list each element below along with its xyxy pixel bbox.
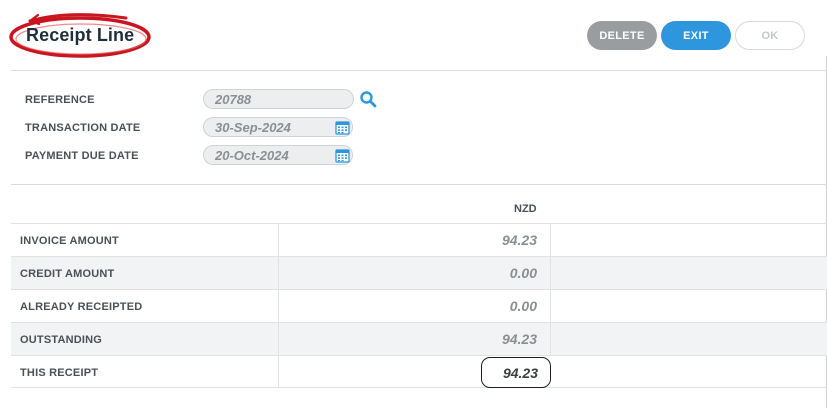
transaction-date-field[interactable]: [203, 117, 353, 137]
this-receipt-input[interactable]: [481, 357, 551, 388]
currency-column-header: NZD: [514, 203, 537, 215]
table-row-already-receipted: ALREADY RECEIPTED 0.00: [11, 289, 827, 322]
column-divider: [278, 224, 279, 256]
transaction-date-label: TRANSACTION DATE: [25, 122, 141, 134]
table-row-outstanding: OUTSTANDING 94.23: [11, 322, 827, 355]
column-divider: [550, 323, 551, 355]
table-row-this-receipt: THIS RECEIPT: [11, 355, 827, 388]
form-divider: [11, 184, 827, 185]
payment-due-date-label: PAYMENT DUE DATE: [25, 150, 139, 162]
row-label: THIS RECEIPT: [20, 367, 99, 379]
calendar-icon[interactable]: [335, 120, 350, 135]
column-divider: [550, 224, 551, 256]
already-receipted-value: 0.00: [509, 298, 537, 314]
calendar-icon[interactable]: [335, 148, 350, 163]
table-row-invoice-amount: INVOICE AMOUNT 94.23: [11, 223, 827, 256]
ok-button[interactable]: OK: [735, 21, 805, 50]
column-divider: [278, 356, 279, 387]
column-divider: [550, 257, 551, 289]
amounts-table: INVOICE AMOUNT 94.23 CREDIT AMOUNT 0.00 …: [11, 223, 827, 388]
column-divider: [278, 323, 279, 355]
page-title: Receipt Line: [26, 25, 135, 45]
exit-button[interactable]: EXIT: [661, 21, 731, 50]
row-label: INVOICE AMOUNT: [20, 235, 119, 247]
row-label: ALREADY RECEIPTED: [20, 301, 143, 313]
row-label: OUTSTANDING: [20, 334, 103, 346]
column-divider: [278, 290, 279, 322]
outstanding-value: 94.23: [501, 331, 537, 347]
header-divider: [11, 70, 827, 71]
column-divider: [550, 290, 551, 322]
payment-due-date-field[interactable]: [203, 145, 353, 165]
column-divider: [278, 257, 279, 289]
invoice-amount-value: 94.23: [501, 232, 537, 248]
search-icon[interactable]: [359, 90, 377, 108]
credit-amount-value: 0.00: [509, 265, 537, 281]
reference-label: REFERENCE: [25, 94, 95, 106]
row-label: CREDIT AMOUNT: [20, 268, 115, 280]
table-row-credit-amount: CREDIT AMOUNT 0.00: [11, 256, 827, 289]
title-logo-swoosh: Receipt Line: [8, 12, 156, 60]
reference-field[interactable]: [203, 89, 354, 109]
delete-button[interactable]: DELETE: [587, 21, 657, 50]
